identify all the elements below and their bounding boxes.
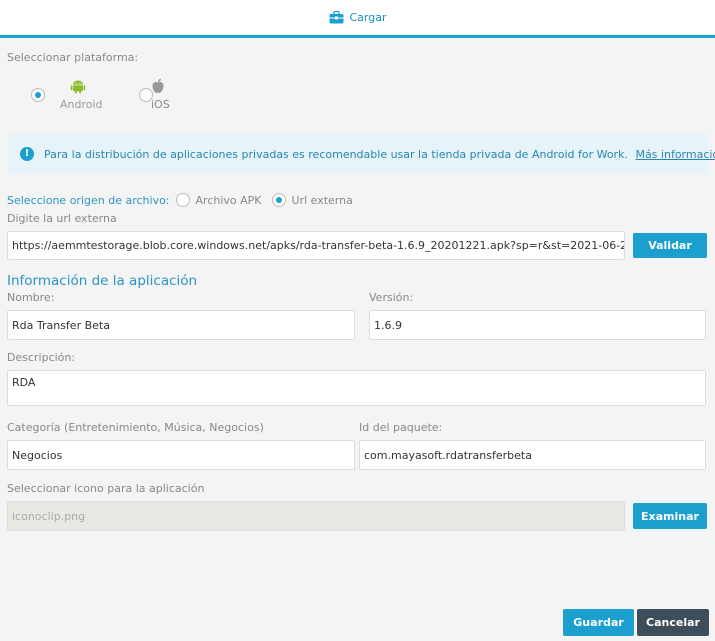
source-label: Seleccione origen de archivo:: [7, 193, 170, 207]
browse-button[interactable]: Examinar: [633, 503, 707, 529]
package-input[interactable]: com.mayasoft.rdatransferbeta: [359, 440, 706, 470]
cancel-button[interactable]: Cancelar: [637, 609, 709, 636]
alert-text: Para la distribución de aplicaciones pri…: [44, 147, 628, 161]
external-url-label[interactable]: Url externa: [292, 194, 353, 207]
url-label: Digite la url externa: [7, 212, 117, 225]
category-input[interactable]: Negocios: [7, 440, 355, 470]
package-label: Id del paquete:: [359, 421, 443, 434]
more-info-link[interactable]: Más información: [635, 148, 715, 161]
description-input[interactable]: RDA: [7, 370, 706, 406]
external-url-radio[interactable]: [271, 193, 286, 207]
apk-radio[interactable]: [175, 193, 190, 207]
version-input[interactable]: 1.6.9: [369, 310, 706, 340]
android-radio[interactable]: [31, 88, 45, 102]
modal-title: Cargar: [349, 11, 387, 24]
ios-label[interactable]: iOS: [151, 98, 170, 111]
icon-select-label: Seleccionar icono para la aplicación: [7, 482, 205, 495]
app-info-title: Información de la aplicación: [7, 273, 198, 289]
modal-header: Cargar: [0, 0, 715, 38]
exclamation-icon: !: [20, 147, 34, 161]
briefcase-icon: [329, 11, 343, 24]
icon-file-input: iconoclip.png: [7, 501, 625, 531]
source-row: Seleccione origen de archivo: Archivo AP…: [7, 193, 363, 207]
android-icon: [70, 80, 86, 94]
android-label[interactable]: Android: [60, 98, 103, 111]
validate-button[interactable]: Validar: [633, 233, 707, 258]
url-input[interactable]: https://aemmtestorage.blob.core.windows.…: [7, 231, 625, 260]
platform-label: Seleccionar plataforma:: [7, 51, 139, 64]
name-input[interactable]: Rda Transfer Beta: [7, 310, 355, 340]
apk-label[interactable]: Archivo APK: [196, 194, 262, 207]
version-label: Versión:: [369, 291, 414, 304]
name-label: Nombre:: [7, 291, 55, 304]
description-label: Descripción:: [7, 351, 76, 364]
save-button[interactable]: Guardar: [563, 609, 634, 636]
apple-icon: [152, 78, 164, 93]
info-alert: ! Para la distribución de aplicaciones p…: [8, 134, 715, 174]
category-label: Categoría (Entretenimiento, Música, Nego…: [7, 421, 264, 434]
